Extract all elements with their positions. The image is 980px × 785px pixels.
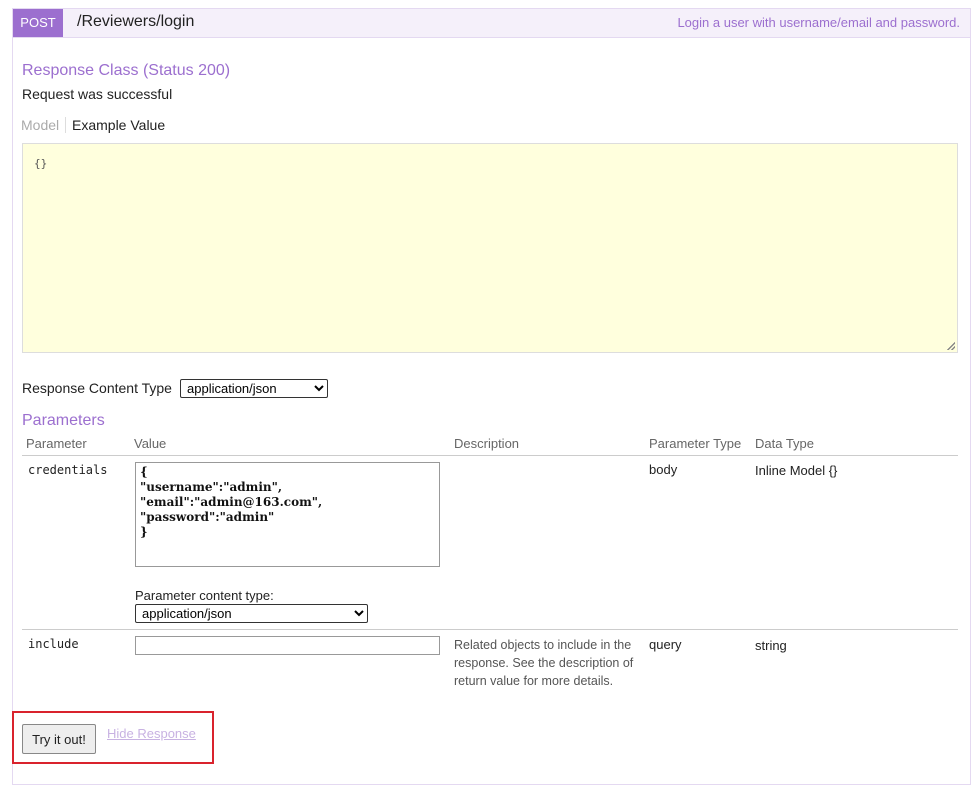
example-value-snippet: {} [22,143,958,353]
column-header-description: Description [454,436,520,451]
example-value-code: {} [34,157,48,170]
response-class-heading: Response Class (Status 200) [22,62,231,79]
credentials-body-textarea[interactable]: { "username":"admin", "email":"admin@163… [135,462,440,567]
param-type-query: query [649,637,682,652]
operation-header[interactable]: POST /Reviewers/login Login a user with … [13,9,970,38]
http-method-badge[interactable]: POST [13,9,63,37]
response-message: Request was successful [22,86,173,102]
parameters-heading: Parameters [22,412,105,429]
data-type-string: string [755,638,787,653]
parameter-content-type-label: Parameter content type: [135,588,274,603]
highlight-annotation-box [12,711,214,764]
table-header-divider [22,455,958,456]
tab-model[interactable]: Model [21,117,67,133]
response-content-type-select[interactable]: application/json [180,379,328,398]
endpoint-path[interactable]: /Reviewers/login [77,13,194,31]
param-name-credentials: credentials [28,463,108,477]
param-name-include: include [28,637,79,651]
include-input[interactable] [135,636,440,655]
column-header-value: Value [134,436,167,451]
param-description-include: Related objects to include in the respon… [454,638,634,688]
parameter-content-type-select[interactable]: application/json [135,604,368,623]
column-header-parameter-type: Parameter Type [649,436,742,451]
resize-handle-icon[interactable] [947,342,955,350]
row-divider [22,629,958,630]
column-header-parameter: Parameter [26,436,87,451]
response-content-type-label: Response Content Type [22,380,172,396]
column-header-data-type: Data Type [755,436,815,451]
param-type-body: body [649,462,678,477]
tab-example-value[interactable]: Example Value [72,117,165,133]
data-type-inline-model: Inline Model {} [755,463,838,478]
endpoint-summary[interactable]: Login a user with username/email and pas… [677,15,960,30]
